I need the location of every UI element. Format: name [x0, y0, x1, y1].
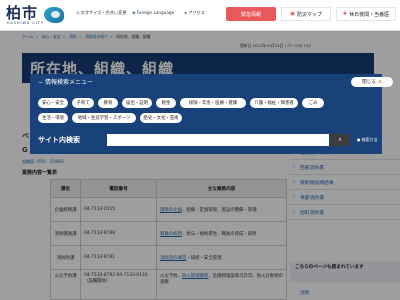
language-icon: ◉	[132, 10, 136, 15]
chip-community-sports[interactable]: 地域・生涯学習・スポーツ	[72, 113, 136, 123]
close-circle-icon: ⊗	[377, 79, 382, 85]
map-icon: ▣	[290, 11, 295, 17]
chip-garbage[interactable]: ごみ	[302, 98, 324, 108]
access-icon: ◈	[184, 10, 188, 15]
logo-subtitle: KASHIWA CITY	[7, 21, 45, 25]
text-size-link[interactable]: ◎文字サイズ・色合い変更	[76, 10, 127, 16]
access-link[interactable]: ◈アクセス	[184, 10, 205, 16]
chip-welfare[interactable]: 介護・福祉・障害者	[250, 98, 298, 108]
minus-icon: −	[38, 79, 44, 86]
site-header: 柏市 KASHIWA CITY ◎文字サイズ・色合い変更 ◉Foreign La…	[0, 0, 400, 30]
emergency-info-button[interactable]: 緊急情報	[226, 7, 276, 21]
search-help-link[interactable]: ●検索方法	[357, 137, 378, 143]
city-mark-icon	[44, 7, 64, 23]
chip-childcare[interactable]: 子育て	[72, 98, 94, 108]
chip-row: 安心・安全 子育て 教育 届出・証明 税金 保険・年金・医療・健康 介護・福祉・…	[38, 98, 374, 109]
site-search-label: サイト内検索	[38, 136, 80, 144]
site-logo[interactable]: 柏市 KASHIWA CITY	[6, 2, 64, 25]
panel-title: − 情報検索メニュー	[38, 79, 94, 86]
info-icon: ●	[357, 137, 361, 142]
chip-living-environment[interactable]: 生活・環境	[38, 113, 68, 123]
chip-certificates[interactable]: 届出・証明	[122, 98, 152, 108]
close-button[interactable]: 閉じる ⊗	[351, 77, 393, 87]
chip-health-insurance[interactable]: 保険・年金・医療・健康	[180, 98, 246, 108]
category-chips: 安心・安全 子育て 教育 届出・証明 税金 保険・年金・医療・健康 介護・福祉・…	[38, 98, 374, 128]
cross-icon: ✚	[342, 11, 348, 17]
foreign-language-link[interactable]: ◉Foreign Language	[132, 10, 174, 15]
chip-education[interactable]: 教育	[98, 98, 118, 108]
globe-icon: ◎	[76, 10, 80, 15]
modal-backdrop[interactable]	[0, 31, 400, 300]
info-search-menu: − 情報検索メニュー 閉じる ⊗ 安心・安全 子育て 教育 届出・証明 税金 保険・…	[30, 74, 393, 154]
site-search-input[interactable]	[107, 134, 329, 146]
chip-history-culture[interactable]: 歴史・文化・芸術	[140, 113, 182, 123]
chip-tax[interactable]: 税金	[156, 98, 176, 108]
holiday-doctor-button[interactable]: ✚ 休日夜間・当番医	[336, 7, 396, 21]
search-button[interactable]: ⌕	[330, 134, 350, 146]
chip-safety[interactable]: 安心・安全	[38, 98, 68, 108]
chip-row: 生活・環境 地域・生涯学習・スポーツ 歴史・文化・芸術	[38, 113, 374, 124]
logo-text: 柏市	[6, 4, 39, 22]
disaster-map-button[interactable]: ▣ 防災マップ	[281, 7, 331, 21]
search-icon: ⌕	[338, 136, 342, 143]
